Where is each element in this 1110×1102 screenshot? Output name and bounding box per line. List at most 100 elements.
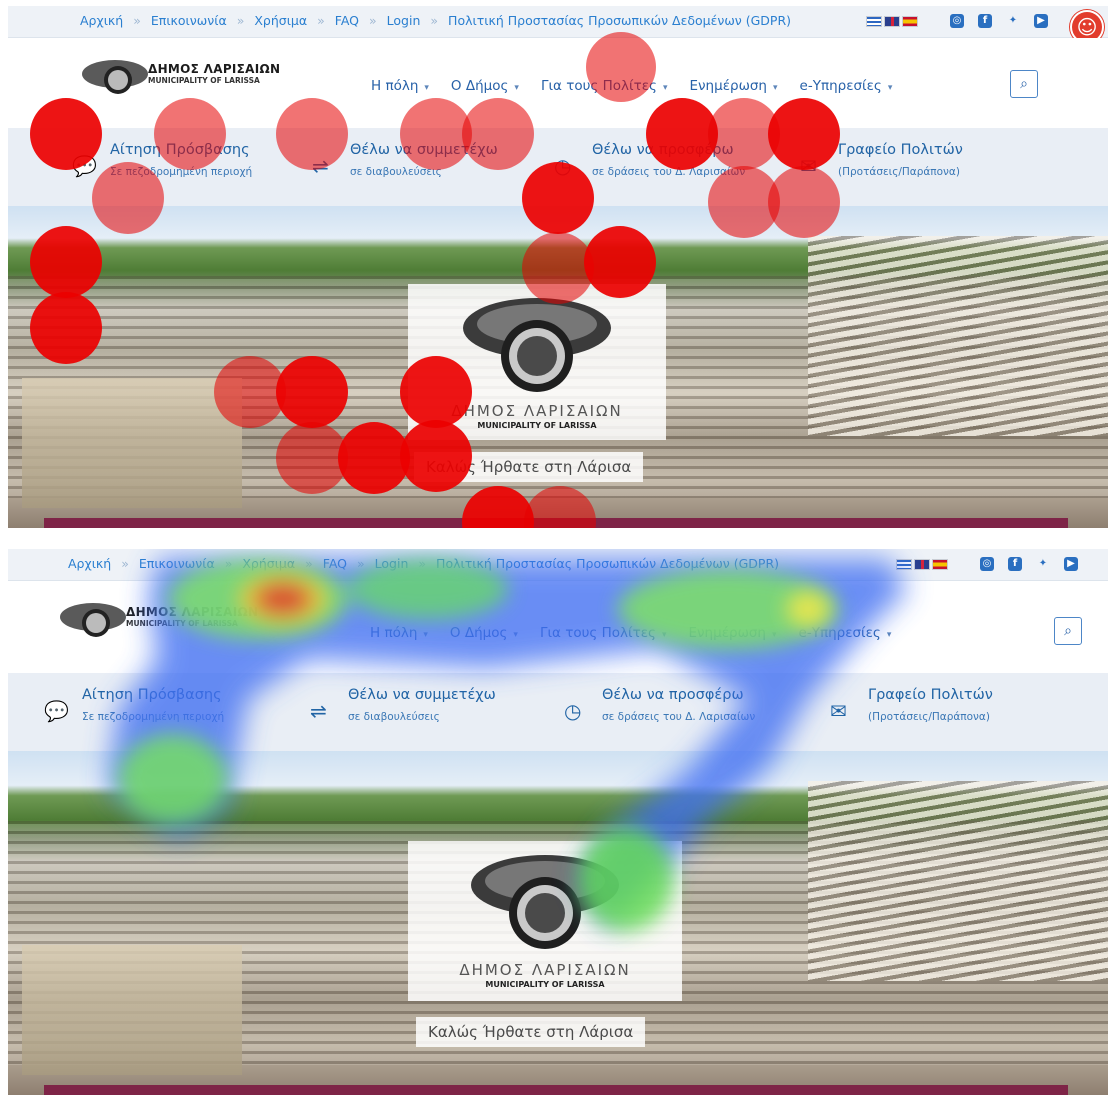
- greek-flag-icon[interactable]: [866, 16, 882, 27]
- menu-item-citizens[interactable]: Για τους Πολίτες ▾: [540, 625, 667, 641]
- instagram-icon[interactable]: ◎: [980, 557, 994, 571]
- chevron-down-icon: ▾: [771, 630, 777, 640]
- menu-label: Ενημέρωση: [688, 625, 766, 641]
- menu-item-city[interactable]: Η πόλη ▾: [371, 78, 429, 94]
- seal-icon: [471, 855, 619, 949]
- top-link-faq[interactable]: FAQ: [335, 13, 359, 28]
- greek-flag-icon[interactable]: [896, 559, 912, 570]
- youtube-icon[interactable]: ▶: [1064, 557, 1078, 571]
- clock-icon: ◷: [564, 699, 582, 723]
- theater-ruins: [22, 378, 242, 508]
- main-menu: Η πόλη ▾ Ο Δήμος ▾ Για τους Πολίτες ▾ Ενημέ…: [371, 78, 892, 94]
- quick-link-subtitle: (Προτάσεις/Παράπονα): [838, 166, 960, 178]
- menu-item-news[interactable]: Ενημέρωση ▾: [689, 78, 777, 94]
- hero-logo-name: ΔΗΜΟΣ ΛΑΡΙΣΑΙΩΝ: [459, 961, 631, 979]
- chevron-down-icon: ▾: [424, 83, 429, 93]
- menu-item-municipality[interactable]: Ο Δήμος ▾: [450, 625, 518, 641]
- youtube-icon[interactable]: ▶: [1034, 14, 1048, 28]
- twitter-icon[interactable]: ✦: [1006, 14, 1020, 28]
- twitter-icon[interactable]: ✦: [1036, 557, 1050, 571]
- quick-link-title: Γραφείο Πολιτών: [868, 687, 993, 703]
- facebook-icon[interactable]: f: [978, 14, 992, 28]
- quick-link-subtitle: σε διαβουλεύσεις: [348, 711, 440, 723]
- signpost-icon: ⇌: [310, 699, 327, 723]
- quick-link-title: Θέλω να συμμετέχω: [348, 687, 496, 703]
- menu-label: Για τους Πολίτες: [540, 78, 657, 94]
- hero-logo-name: ΔΗΜΟΣ ΛΑΡΙΣΑΙΩΝ: [451, 402, 623, 420]
- quick-link-subtitle: Σε πεζοδρομημένη περιοχή: [82, 711, 225, 723]
- quick-link-subtitle: σε δράσεις του Δ. Λαρισαίων: [602, 711, 756, 723]
- top-link-login[interactable]: Login: [375, 556, 409, 571]
- quick-link-title: Αίτηση Πρόσβασης: [82, 687, 222, 703]
- menu-label: e-Υπηρεσίες: [798, 625, 881, 641]
- municipality-logo[interactable]: ΔΗΜΟΣ ΛΑΡΙΣΑΙΩΝ MUNICIPALITY OF LARISSA: [80, 52, 300, 102]
- envelope-icon: ✉: [800, 154, 817, 178]
- theater-stone-tiers: [808, 236, 1108, 436]
- search-button[interactable]: ⌕: [1010, 70, 1038, 98]
- hero-image-ancient-theater: ΔΗΜΟΣ ΛΑΡΙΣΑΙΩΝ MUNICIPALITY OF LARISSA …: [8, 206, 1108, 528]
- menu-item-eservices[interactable]: e-Υπηρεσίες ▾: [800, 78, 893, 94]
- facebook-icon[interactable]: f: [1008, 557, 1022, 571]
- chevron-down-icon: ▾: [513, 630, 518, 640]
- top-link-login[interactable]: Login: [387, 13, 421, 28]
- welcome-caption: Καλώς Ήρθατε στη Λάρισα: [414, 452, 644, 482]
- quick-links-bar: 💬 Αίτηση Πρόσβασης Σε πεζοδρομημένη περι…: [8, 673, 1108, 751]
- top-link-useful[interactable]: Χρήσιμα: [242, 556, 295, 571]
- chevron-down-icon: ▾: [772, 83, 778, 93]
- menu-item-eservices[interactable]: e-Υπηρεσίες ▾: [799, 625, 892, 641]
- site-header: ΔΗΜΟΣ ΛΑΡΙΣΑΙΩΝ MUNICIPALITY OF LARISSA …: [8, 581, 1108, 673]
- top-link-home[interactable]: Αρχική: [68, 556, 111, 571]
- hero-logo-subtitle: MUNICIPALITY OF LARISSA: [477, 421, 597, 430]
- menu-label: Ενημέρωση: [689, 78, 767, 94]
- bottom-banner-strip: [44, 518, 1068, 528]
- clock-icon: ◷: [554, 154, 572, 178]
- top-link-contact[interactable]: Επικοινωνία: [151, 13, 227, 28]
- seal-icon: [60, 603, 126, 637]
- menu-label: e-Υπηρεσίες: [799, 78, 882, 94]
- logo-name: ΔΗΜΟΣ ΛΑΡΙΣΑΙΩΝ: [126, 605, 259, 619]
- seal-icon: [463, 298, 611, 392]
- uk-flag-icon[interactable]: [884, 16, 900, 27]
- quick-link-title: Θέλω να προσφέρω: [602, 687, 744, 703]
- separator: »: [418, 556, 427, 571]
- quick-link-title: Γραφείο Πολιτών: [838, 142, 963, 158]
- chevron-down-icon: ▾: [514, 83, 519, 93]
- spain-flag-icon[interactable]: [902, 16, 918, 27]
- top-link-useful[interactable]: Χρήσιμα: [254, 13, 307, 28]
- chevron-down-icon: ▾: [662, 83, 668, 93]
- menu-label: Για τους Πολίτες: [539, 625, 656, 641]
- top-link-contact[interactable]: Επικοινωνία: [139, 556, 215, 571]
- spain-flag-icon[interactable]: [932, 559, 948, 570]
- social-links: ◎ f ✦ ▶: [980, 557, 1078, 571]
- top-link-gdpr[interactable]: Πολιτική Προστασίας Προσωπικών Δεδομένων…: [448, 13, 791, 28]
- top-link-gdpr[interactable]: Πολιτική Προστασίας Προσωπικών Δεδομένων…: [436, 556, 779, 571]
- menu-label: Η πόλη: [371, 78, 419, 94]
- theater-ruins: [22, 945, 242, 1075]
- quick-link-title: Θέλω να προσφέρω: [592, 142, 734, 158]
- fixation-map-panel: Αρχική » Επικοινωνία » Χρήσιμα » FAQ » Login…: [8, 6, 1108, 528]
- separator: »: [357, 556, 365, 571]
- menu-item-citizens[interactable]: Για τους Πολίτες ▾: [541, 78, 668, 94]
- top-link-faq[interactable]: FAQ: [323, 556, 347, 571]
- top-link-home[interactable]: Αρχική: [80, 13, 123, 28]
- menu-label: Η πόλη: [370, 625, 418, 641]
- search-button[interactable]: ⌕: [1054, 617, 1082, 645]
- logo-name: ΔΗΜΟΣ ΛΑΡΙΣΑΙΩΝ: [148, 62, 281, 76]
- chevron-down-icon: ▾: [886, 630, 892, 640]
- menu-item-municipality[interactable]: Ο Δήμος ▾: [451, 78, 519, 94]
- seal-icon: [82, 60, 148, 94]
- menu-item-city[interactable]: Η πόλη ▾: [370, 625, 428, 641]
- instagram-icon[interactable]: ◎: [950, 14, 964, 28]
- welcome-caption: Καλώς Ήρθατε στη Λάρισα: [416, 1017, 646, 1047]
- language-flags: [866, 16, 918, 27]
- hero-logo-subtitle: MUNICIPALITY OF LARISSA: [485, 980, 605, 989]
- menu-item-news[interactable]: Ενημέρωση ▾: [688, 625, 776, 641]
- logo-subtitle: MUNICIPALITY OF LARISSA: [126, 619, 238, 628]
- separator: »: [317, 13, 325, 28]
- chat-icon: 💬: [72, 154, 97, 178]
- municipality-logo[interactable]: ΔΗΜΟΣ ΛΑΡΙΣΑΙΩΝ MUNICIPALITY OF LARISSA: [58, 595, 278, 645]
- separator: »: [236, 13, 245, 28]
- separator: »: [305, 556, 313, 571]
- uk-flag-icon[interactable]: [914, 559, 930, 570]
- chat-icon: 💬: [44, 699, 69, 723]
